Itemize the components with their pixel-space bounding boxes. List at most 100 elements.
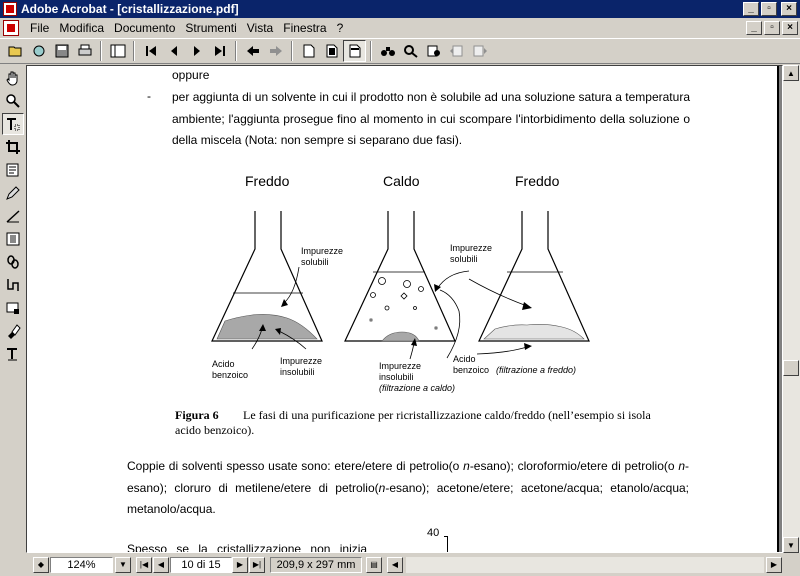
document-viewport[interactable]: oppure - per aggiunta di un solvente in …: [26, 65, 783, 553]
label-filtrazione-freddo: (filtrazione a freddo): [496, 365, 576, 375]
status-prev-page-icon[interactable]: ◀: [153, 556, 169, 573]
show-navigation-icon[interactable]: [106, 40, 129, 62]
menu-help[interactable]: ?: [332, 21, 349, 35]
toolbar-separator: [291, 41, 293, 61]
note-tool-icon[interactable]: [2, 159, 24, 181]
label-impurezze-solubili-1: Impurezze: [301, 246, 343, 256]
para-part: Coppie di solventi spesso usate sono: et…: [127, 459, 464, 473]
text-select-tool-icon[interactable]: [2, 113, 24, 135]
scroll-right-icon[interactable]: ▶: [766, 556, 782, 573]
fit-page-icon[interactable]: [320, 40, 343, 62]
paragraph-solvent-pairs: Coppie di solventi spesso usate sono: et…: [127, 456, 689, 521]
previous-page-icon[interactable]: [162, 40, 185, 62]
open-icon[interactable]: [4, 40, 27, 62]
page-edge: [777, 66, 779, 552]
toolbar: [0, 38, 800, 64]
save-icon[interactable]: [50, 40, 73, 62]
label-acido-2b: benzoico: [453, 365, 489, 375]
movie-tool-icon[interactable]: [2, 228, 24, 250]
first-page-icon[interactable]: [139, 40, 162, 62]
figure-heading-freddo-2: Freddo: [515, 173, 560, 189]
vertical-scrollbar[interactable]: ▲ ▼: [783, 65, 800, 553]
menu-finestra[interactable]: Finestra: [278, 21, 331, 35]
figure-caption: Figura 6 Le fasi di una purificazione per…: [175, 408, 665, 438]
label-impurezze-insolubili-2b: insolubili: [379, 372, 414, 382]
print-icon[interactable]: [73, 40, 96, 62]
toolbar-separator: [235, 41, 237, 61]
label-acido-2: Acido: [453, 354, 476, 364]
restore-button[interactable]: ▫: [761, 2, 777, 16]
figure-heading-caldo: Caldo: [383, 173, 420, 189]
doc-close-button[interactable]: ×: [782, 21, 798, 35]
toolbar-separator: [370, 41, 372, 61]
touchup-text-tool-icon[interactable]: [2, 343, 24, 365]
zoom-arrows-icon[interactable]: ◆: [33, 556, 49, 573]
caption-text: Le fasi di una purificazione per ricrist…: [175, 408, 651, 437]
text-spesso: Spesso se la cristallizzazione non inizi…: [127, 542, 368, 553]
line-tool-icon[interactable]: [2, 205, 24, 227]
fit-width-icon[interactable]: [343, 40, 366, 62]
go-forward-icon[interactable]: [264, 40, 287, 62]
window-title: Adobe Acrobat - [cristallizzazione.pdf]: [21, 2, 239, 16]
status-first-page-icon[interactable]: |◀: [136, 556, 152, 573]
search-results-icon[interactable]: [422, 40, 445, 62]
page-number-mark: [447, 536, 448, 552]
page-layout-icon[interactable]: ▤: [366, 556, 382, 573]
previous-highlight-icon[interactable]: [445, 40, 468, 62]
bullet-marker: -: [147, 89, 151, 103]
acrobat-app-icon[interactable]: [3, 2, 17, 16]
scroll-up-icon[interactable]: ▲: [783, 65, 799, 81]
go-back-icon[interactable]: [241, 40, 264, 62]
menu-modifica[interactable]: Modifica: [54, 21, 109, 35]
page-size-field: 209,9 x 297 mm: [270, 556, 362, 573]
document-icon[interactable]: [3, 20, 19, 36]
flask-1: [211, 211, 323, 350]
crystallization-figure: Freddo Caldo Freddo Impurezze solubili A…: [211, 173, 590, 393]
zoom-field[interactable]: 124%: [50, 556, 113, 573]
stamp-tool-icon[interactable]: [2, 320, 24, 342]
flask-3: [439, 211, 590, 359]
label-impurezze-insolubili-1b: insolubili: [280, 367, 315, 377]
vertical-scroll-thumb[interactable]: [783, 360, 799, 376]
tools-palette: [0, 65, 26, 553]
form-tool-icon[interactable]: [2, 297, 24, 319]
doc-minimize-button[interactable]: _: [746, 21, 762, 35]
status-next-page-icon[interactable]: ▶: [232, 556, 248, 573]
next-page-icon[interactable]: [185, 40, 208, 62]
page-number: 40: [427, 527, 440, 539]
label-impurezze-insolubili-2: Impurezze: [379, 361, 421, 371]
zoom-dropdown-icon[interactable]: ▼: [115, 556, 131, 573]
menu-documento[interactable]: Documento: [109, 21, 180, 35]
menu-strumenti[interactable]: Strumenti: [180, 21, 241, 35]
status-last-page-icon[interactable]: ▶|: [249, 556, 265, 573]
open-web-icon[interactable]: [27, 40, 50, 62]
horizontal-scrollbar[interactable]: [406, 556, 764, 573]
pencil-tool-icon[interactable]: [2, 182, 24, 204]
title-bar: Adobe Acrobat - [cristallizzazione.pdf] …: [0, 0, 800, 18]
actual-size-icon[interactable]: [297, 40, 320, 62]
minimize-button[interactable]: _: [743, 2, 759, 16]
doc-restore-button[interactable]: ▫: [764, 21, 780, 35]
scroll-left-icon[interactable]: ◀: [387, 556, 403, 573]
flask-2: [344, 211, 470, 360]
text-oppure: oppure: [172, 68, 210, 82]
zoom-tool-icon[interactable]: [2, 90, 24, 112]
search-icon[interactable]: [399, 40, 422, 62]
last-page-icon[interactable]: [208, 40, 231, 62]
menu-vista[interactable]: Vista: [242, 21, 278, 35]
scroll-down-icon[interactable]: ▼: [783, 537, 799, 553]
next-highlight-icon[interactable]: [468, 40, 491, 62]
label-acido-1b: benzoico: [212, 370, 248, 380]
hand-tool-icon[interactable]: [2, 67, 24, 89]
label-impurezze-solubili-2: Impurezze: [450, 243, 492, 253]
menu-file[interactable]: File: [25, 21, 54, 35]
link-tool-icon[interactable]: [2, 251, 24, 273]
crop-tool-icon[interactable]: [2, 136, 24, 158]
page-number-mark: [444, 536, 448, 537]
para-italic-n: n: [678, 459, 686, 473]
find-icon[interactable]: [376, 40, 399, 62]
label-acido-1: Acido: [212, 359, 235, 369]
article-tool-icon[interactable]: [2, 274, 24, 296]
close-button[interactable]: ×: [781, 2, 797, 16]
page-field[interactable]: 10 di 15: [170, 556, 232, 573]
